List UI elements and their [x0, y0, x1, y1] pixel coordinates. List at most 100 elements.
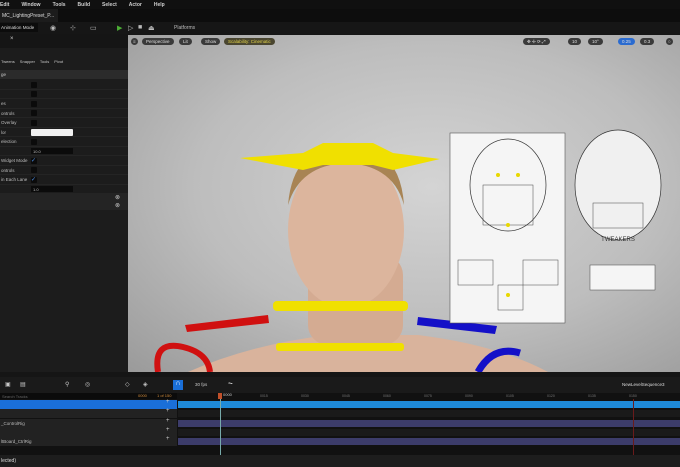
property-row: lor	[0, 128, 128, 137]
mode-dropdown[interactable]: Animation Mode	[0, 23, 38, 32]
time-tick: 0015	[260, 394, 268, 398]
fps-dropdown[interactable]: 30 fps	[195, 382, 207, 387]
track-row[interactable]: _ControlRig	[0, 418, 177, 428]
add-track-icon[interactable]: +	[166, 399, 170, 405]
tool-snapper[interactable]: Snapper	[20, 51, 35, 65]
property-checkbox[interactable]	[31, 110, 37, 116]
view-icon[interactable]: ◎	[85, 381, 90, 388]
blueprint-icon[interactable]: ⊹	[70, 24, 76, 32]
add-actor-icon[interactable]: ◉	[50, 24, 56, 32]
property-checkbox[interactable]	[31, 167, 37, 173]
tool-pivot[interactable]: Pivot	[54, 51, 63, 65]
track-row[interactable]	[0, 400, 177, 409]
property-row: es	[0, 99, 128, 109]
time-tick: 0090	[465, 394, 473, 398]
search-tracks-input[interactable]: Search Tracks	[0, 393, 177, 399]
property-row: in Each Lane ✓	[0, 175, 128, 185]
play-icon[interactable]: ▶	[117, 24, 122, 32]
curve-editor-icon[interactable]: ⏦	[228, 381, 233, 388]
status-bar: lected)	[0, 455, 680, 467]
menu-select[interactable]: Select	[102, 2, 117, 8]
menu-build[interactable]: Build	[78, 2, 91, 8]
property-row: 10.0	[0, 147, 128, 156]
property-label: Overlay	[1, 120, 17, 125]
menu-window[interactable]: Window	[21, 2, 40, 8]
property-row: ontrols	[0, 109, 128, 118]
track-lane[interactable]	[178, 438, 680, 446]
property-row: Overlay	[0, 118, 128, 128]
menu-edit[interactable]: Edit	[0, 2, 9, 8]
property-label: ontrols	[1, 110, 15, 116]
property-checkbox[interactable]	[31, 138, 37, 145]
track-lane[interactable]	[178, 401, 680, 408]
neck-control	[273, 301, 408, 311]
playhead-frame: 0000	[223, 392, 232, 397]
time-tick: 0075	[424, 394, 432, 398]
add-track-icon[interactable]: +	[166, 408, 170, 414]
track-lane[interactable]	[178, 428, 680, 436]
viewport[interactable]: ≡ Perspective Lit Show Scalability: Cine…	[128, 35, 680, 372]
property-row: election	[0, 137, 128, 147]
key-icon[interactable]: ⚲	[65, 381, 69, 388]
color-swatch[interactable]	[31, 128, 73, 136]
property-checkbox[interactable]	[31, 91, 37, 97]
track-lane[interactable]	[178, 410, 680, 418]
tweakers-label: TWEAKERS	[601, 237, 635, 243]
settings-icon-2[interactable]: ⊗	[115, 202, 120, 209]
menu-tools[interactable]: Tools	[53, 2, 66, 8]
menu-actor[interactable]: Actor	[129, 2, 142, 8]
cinematics-icon[interactable]: ▭	[90, 24, 97, 32]
property-checkbox[interactable]: ✓	[31, 157, 37, 164]
level-tab[interactable]: MC_LightingPreset_P...	[0, 9, 58, 22]
tool-tweens[interactable]: Tweens	[1, 51, 15, 65]
add-track-icon[interactable]: +	[166, 418, 170, 424]
eject-icon[interactable]: ⏏	[148, 24, 155, 32]
control-rig-panel: × Tweens Snapper Tools Pivot ge es ontrol…	[0, 34, 128, 372]
scene: TWEAKERS	[154, 129, 662, 372]
property-row: ontrols	[0, 166, 128, 175]
step-icon[interactable]: ▷	[128, 24, 133, 32]
property-checkbox[interactable]	[31, 119, 37, 126]
property-checkbox[interactable]: ✓	[31, 176, 37, 183]
save-icon[interactable]: ▣	[5, 381, 11, 388]
tool-tools[interactable]: Tools	[40, 51, 49, 65]
track-row[interactable]	[0, 427, 177, 437]
property-label: election	[1, 139, 17, 144]
tweakers-face	[574, 129, 662, 241]
property-checkbox[interactable]	[31, 81, 37, 88]
platforms-button[interactable]: Platforms	[174, 25, 195, 31]
settings-icon[interactable]: ⊗	[115, 194, 120, 201]
chest-control	[276, 343, 404, 351]
track-row[interactable]	[0, 409, 177, 419]
sequencer-toolbar: ▣ ▤ ⚲ ◎ ◇ ◈ ∩ 30 fps ⏦ NewLevelSequence3	[0, 377, 680, 393]
property-label: lor	[1, 129, 7, 135]
snap-icon[interactable]: ∩	[173, 380, 183, 390]
property-row: Widget Mode ✓	[0, 156, 128, 166]
current-frame[interactable]: 0000	[138, 393, 147, 398]
left-clavicle-control	[185, 315, 269, 332]
close-icon[interactable]: ×	[10, 36, 14, 42]
section-header[interactable]: ge	[0, 70, 128, 79]
property-row: 1.0	[0, 185, 128, 194]
property-checkbox[interactable]	[31, 100, 37, 107]
add-track-icon[interactable]: +	[166, 427, 170, 433]
main-toolbar	[0, 22, 680, 34]
track-row[interactable]: ltBoard_CtrlRig	[0, 437, 177, 447]
time-tick: 0045	[342, 394, 350, 398]
transform-icon[interactable]: ◈	[143, 381, 148, 388]
time-tick: 0135	[588, 394, 596, 398]
stop-icon[interactable]: ■	[138, 24, 142, 31]
menu-help[interactable]: Help	[154, 2, 165, 8]
property-row	[0, 90, 128, 99]
add-track-icon[interactable]: +	[166, 436, 170, 442]
time-tick: 0150	[629, 394, 637, 398]
property-label: es	[1, 101, 6, 106]
track-lane[interactable]	[178, 419, 680, 427]
time-tick: 0030	[301, 394, 309, 398]
tab-row	[0, 9, 680, 22]
curve-icon[interactable]: ◇	[125, 381, 130, 388]
number-field[interactable]: 1.0	[31, 185, 73, 192]
number-field[interactable]: 10.0	[31, 147, 73, 154]
render-icon[interactable]: ▤	[20, 381, 26, 388]
sequence-name[interactable]: NewLevelSequence3	[622, 382, 665, 387]
